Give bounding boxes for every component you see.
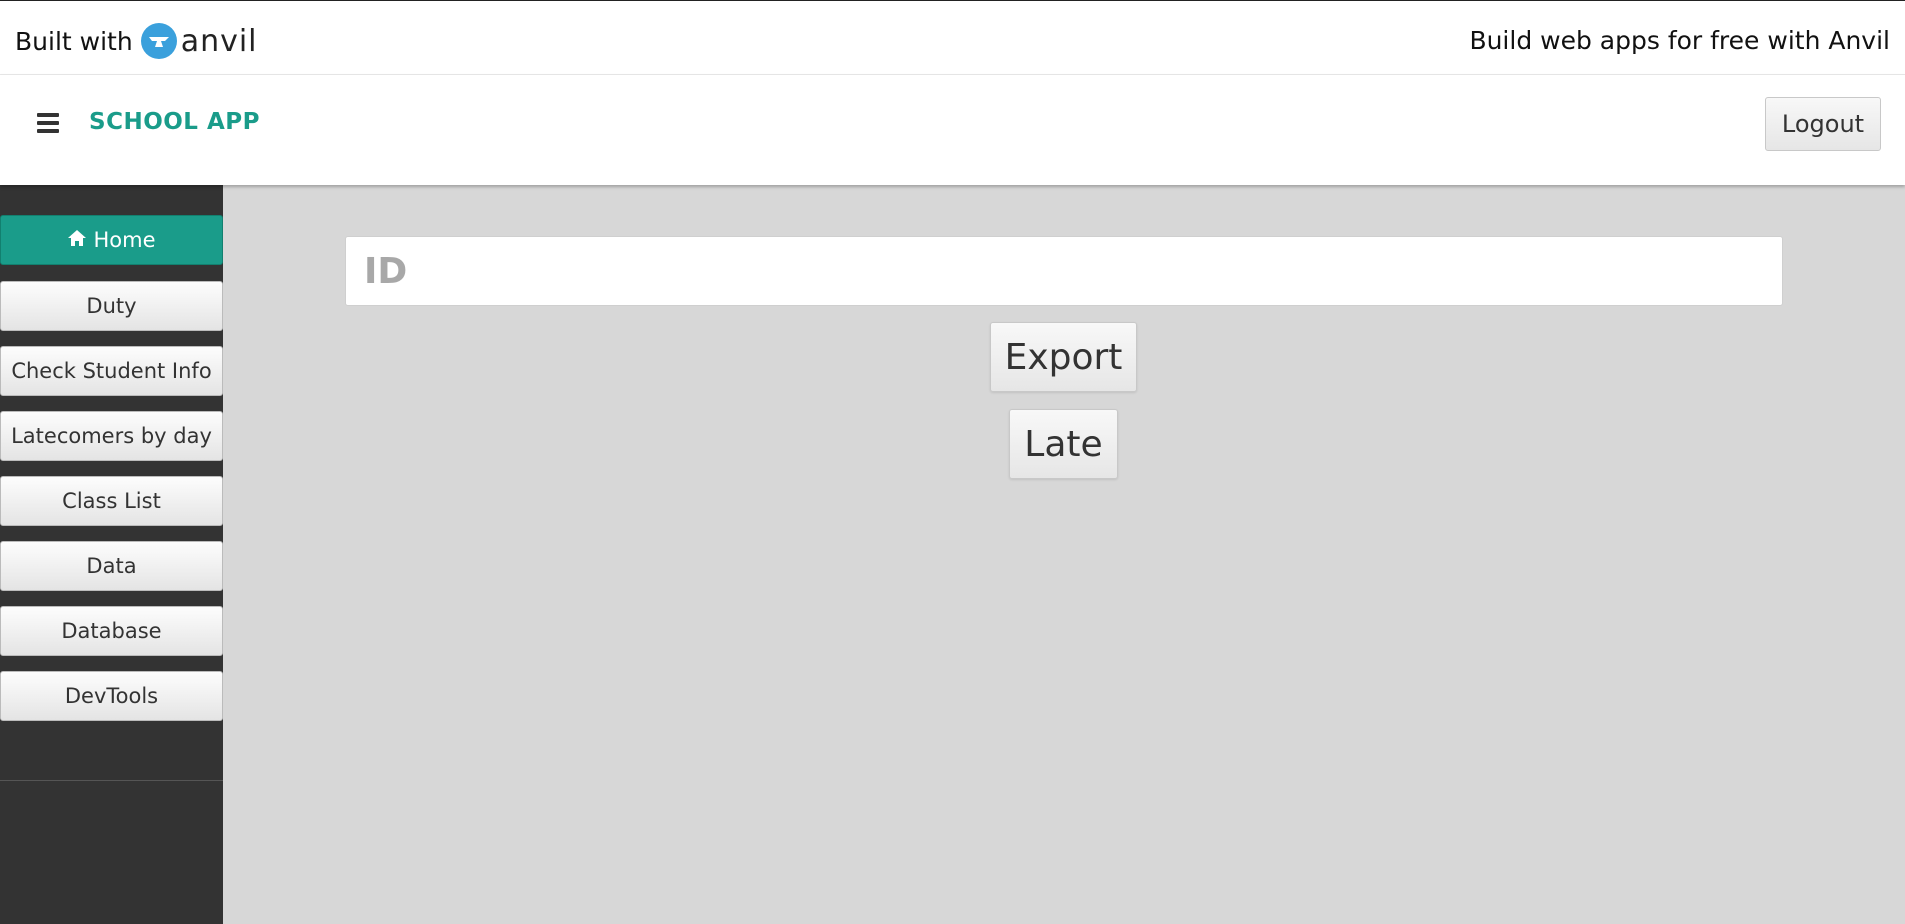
anvil-banner: Built with anvil Build web apps for free… <box>0 0 1905 75</box>
sidebar-item-home[interactable]: Home <box>0 215 223 265</box>
sidebar-item-label: Check Student Info <box>11 359 212 383</box>
built-with-anvil-link[interactable]: Built with anvil <box>15 23 258 59</box>
sidebar-item-data[interactable]: Data <box>0 541 223 591</box>
main-content: Export Late <box>223 185 1905 924</box>
sidebar-item-latecomers-by-day[interactable]: Latecomers by day <box>0 411 223 461</box>
logout-button[interactable]: Logout <box>1765 97 1881 151</box>
app-title: SCHOOL APP <box>89 109 260 135</box>
sidebar-item-label: Database <box>61 619 162 643</box>
built-with-label: Built with <box>15 26 133 56</box>
sidebar-divider <box>0 780 223 781</box>
sidebar-item-label: Class List <box>62 489 161 513</box>
sidebar-item-label: Latecomers by day <box>11 424 212 448</box>
anvil-wordmark: anvil <box>180 23 258 59</box>
sidebar: Home Duty Check Student Info Latecomers … <box>0 185 223 924</box>
sidebar-item-devtools[interactable]: DevTools <box>0 671 223 721</box>
sidebar-item-label: DevTools <box>64 684 159 708</box>
sidebar-item-label: Home <box>93 228 156 252</box>
app-header: SCHOOL APP Logout <box>0 75 1905 185</box>
build-free-link[interactable]: Build web apps for free with Anvil <box>1469 23 1890 59</box>
home-icon <box>67 228 87 252</box>
sidebar-item-label: Data <box>86 554 137 578</box>
sidebar-item-label: Duty <box>86 294 137 318</box>
id-input[interactable] <box>345 236 1783 306</box>
export-button[interactable]: Export <box>990 322 1137 392</box>
late-button[interactable]: Late <box>1009 409 1118 479</box>
sidebar-item-class-list[interactable]: Class List <box>0 476 223 526</box>
sidebar-item-check-student-info[interactable]: Check Student Info <box>0 346 223 396</box>
sidebar-item-database[interactable]: Database <box>0 606 223 656</box>
sidebar-item-duty[interactable]: Duty <box>0 281 223 331</box>
hamburger-menu-icon[interactable] <box>37 113 59 133</box>
anvil-logo-icon <box>140 23 177 59</box>
anvil-logo: anvil <box>140 23 258 59</box>
